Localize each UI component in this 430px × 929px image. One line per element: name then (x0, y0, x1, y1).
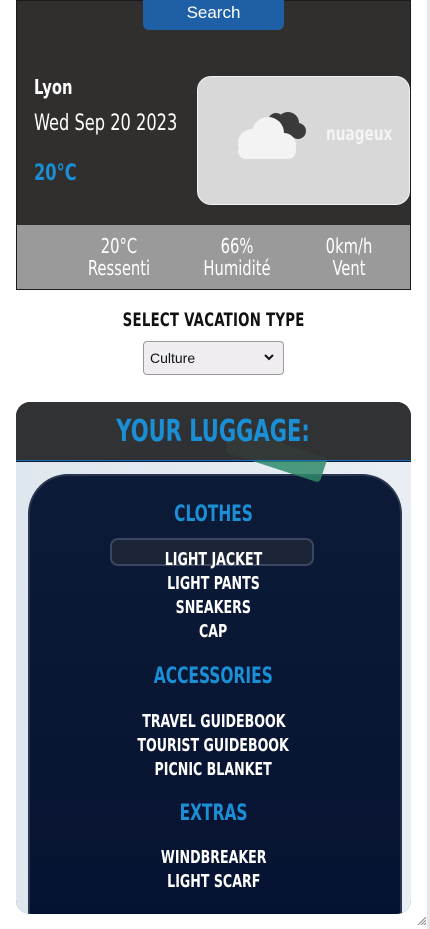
luggage-item-text: LIGHT JACKET (164, 549, 263, 570)
luggage-item-text: LIGHT PANTS (167, 573, 260, 594)
section-title-text: EXTRAS (179, 801, 248, 826)
wind-value: 0km/h (325, 234, 373, 258)
luggage-item-text: CAP (199, 621, 228, 642)
luggage-item: TRAVEL GUIDEBOOK (16, 710, 411, 734)
cloud-icon (238, 112, 306, 159)
vacation-type-title: SELECT VACATION TYPE (0, 309, 427, 331)
luggage-item-text: SNEAKERS (175, 597, 252, 618)
luggage-header: YOUR LUGGAGE: (16, 402, 411, 461)
luggage-item: LIGHT JACKET (16, 548, 411, 572)
chevron-down-icon (264, 354, 274, 361)
humidity-stat: 66% Humidité (187, 235, 287, 279)
weather-card: Search Lyon Wed Sep 20 2023 20°C nuageux… (16, 0, 411, 290)
humidity-label: Humidité (203, 256, 271, 280)
section-title-text: CLOTHES (174, 502, 253, 527)
luggage-item: PICNIC BLANKET (16, 758, 411, 782)
wind-stat: 0km/h Vent (299, 235, 399, 279)
luggage-item-text: WINDBREAKER (160, 847, 267, 868)
resize-grip-icon[interactable] (416, 915, 426, 925)
luggage-item: CAP (16, 620, 411, 644)
luggage-title-text: YOUR LUGGAGE: (116, 414, 311, 449)
luggage-item-text: LIGHT SCARF (166, 871, 261, 892)
luggage-item: LIGHT PANTS (16, 572, 411, 596)
wind-label: Vent (332, 256, 366, 280)
city-name: Lyon (34, 75, 73, 99)
search-button[interactable]: Search (143, 0, 284, 30)
luggage-item: SNEAKERS (16, 596, 411, 620)
vacation-type-select[interactable]: Culture (143, 341, 284, 375)
luggage-item: WINDBREAKER (16, 846, 411, 870)
luggage-item: LIGHT SCARF (16, 870, 411, 894)
section-title-clothes: CLOTHES (16, 502, 411, 527)
section-title-text: ACCESSORIES (153, 664, 274, 689)
luggage-item-text: PICNIC BLANKET (154, 759, 273, 780)
luggage-item: TOURIST GUIDEBOOK (16, 734, 411, 758)
luggage-item-text: TRAVEL GUIDEBOOK (141, 711, 286, 732)
luggage-card: YOUR LUGGAGE: CLOTHES LIGHT JACKET LIGHT… (16, 402, 411, 914)
feels-like-label: Ressenti (87, 256, 151, 280)
luggage-item-text: TOURIST GUIDEBOOK (137, 735, 290, 756)
luggage-title: YOUR LUGGAGE: (16, 414, 411, 449)
section-title-extras: EXTRAS (16, 801, 411, 826)
weather-stats-bar: 20°C Ressenti 66% Humidité 0km/h Vent (17, 225, 410, 289)
current-temperature: 20°C (34, 161, 77, 186)
humidity-value: 66% (220, 234, 254, 258)
weather-icon-panel: nuageux (197, 76, 410, 205)
weather-date: Wed Sep 20 2023 (34, 111, 178, 136)
vacation-type-title-text: SELECT VACATION TYPE (122, 309, 305, 331)
feels-like-stat: 20°C Ressenti (69, 235, 169, 279)
vacation-type-selected: Culture (150, 350, 196, 366)
feels-like-value: 20°C (100, 234, 138, 258)
section-title-accessories: ACCESSORIES (16, 664, 411, 689)
weather-condition: nuageux (326, 123, 393, 145)
